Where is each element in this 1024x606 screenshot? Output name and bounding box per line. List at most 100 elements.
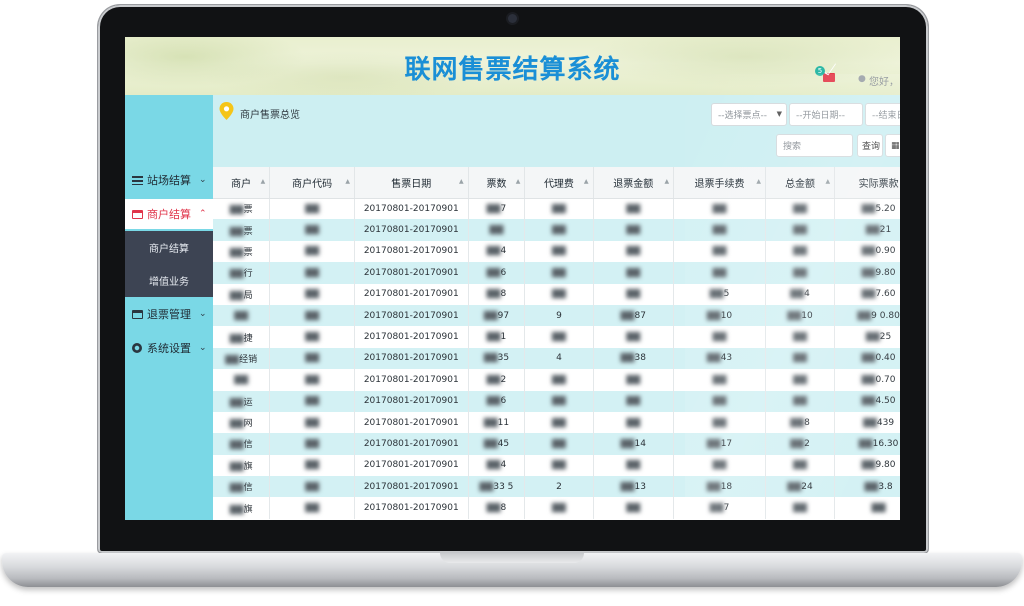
- table-row[interactable]: ▇▇经销 ▇▇ 20170801-20170901 ▇▇35 4 ▇▇38 ▇▇43 ▇▇ ▇▇…: [213, 347, 900, 370]
- redacted-text: ▇▇: [626, 503, 641, 514]
- cell-value: 10: [801, 310, 813, 321]
- table-row[interactable]: ▇▇ ▇▇ 20170801-20170901 ▇▇97 9 ▇▇87 ▇▇10 ▇▇10 ▇▇…: [213, 304, 900, 327]
- table-cell: ▇▇8: [765, 411, 836, 434]
- query-button[interactable]: 查询: [857, 134, 883, 157]
- table-cell: ▇▇: [269, 476, 355, 498]
- table-cell: ▇▇票: [213, 219, 271, 241]
- cell-value: 45: [497, 438, 510, 449]
- table-cell: ▇▇: [673, 262, 766, 284]
- cell-value: 经销: [239, 354, 258, 365]
- table-row[interactable]: ▇▇票 ▇▇ 20170801-20170901 ▇▇4 ▇▇ ▇▇ ▇▇ ▇▇ ▇▇0.90: [213, 240, 900, 263]
- column-header[interactable]: 退票手续费 ▲: [673, 167, 766, 199]
- redacted-text: ▇▇: [709, 289, 724, 300]
- column-header[interactable]: 商户代码 ▲: [269, 167, 355, 199]
- redacted-text: ▇▇: [483, 353, 498, 364]
- redacted-text: ▇▇: [793, 203, 807, 214]
- redacted-text: ▇▇: [620, 481, 635, 492]
- redacted-text: ▇▇: [229, 226, 244, 237]
- redacted-text: ▇▇: [793, 460, 807, 471]
- table-cell: ▇▇14: [593, 433, 675, 455]
- redacted-text: ▇▇: [229, 397, 244, 408]
- sidebar-item-refund-management[interactable]: 退票管理 ⌄: [125, 299, 213, 329]
- table-row[interactable]: ▇▇行 ▇▇ 20170801-20170901 ▇▇6 ▇▇ ▇▇ ▇▇ ▇▇ ▇▇9.80: [213, 262, 900, 284]
- table-cell: 20170801-20170901: [354, 219, 469, 241]
- table-row[interactable]: ▇▇票 ▇▇ 20170801-20170901 ▇▇ ▇▇ ▇▇ ▇▇ ▇▇ ▇▇21: [213, 219, 900, 241]
- column-header[interactable]: 退票金额 ▲: [593, 167, 675, 199]
- table-cell: ▇▇43: [673, 347, 766, 370]
- table-row[interactable]: ▇▇信 ▇▇ 20170801-20170901 ▇▇33 5 2 ▇▇13 ▇▇18 ▇▇2…: [213, 476, 900, 498]
- table-cell: ▇▇: [765, 369, 836, 391]
- table-cell: ▇▇: [269, 304, 355, 327]
- table-row[interactable]: ▇▇运 ▇▇ 20170801-20170901 ▇▇6 ▇▇ ▇▇ ▇▇ ▇▇ ▇▇4.50: [213, 390, 900, 412]
- redacted-text: ▇▇: [305, 481, 320, 492]
- table-header-row: 商户 ▲ 商户代码 ▲ 售票日期 ▲ 票数 ▲ 代理费 ▲ 退票金额 ▲ 退票手续费 ▲ 总金…: [213, 167, 900, 199]
- redacted-text: ▇▇: [787, 310, 802, 321]
- table-row[interactable]: ▇▇旗 ▇▇ 20170801-20170901 ▇▇4 ▇▇ ▇▇ ▇▇ ▇▇ ▇▇9.80: [213, 454, 900, 477]
- table-cell: ▇▇45: [468, 433, 526, 455]
- table-cell: 20170801-20170901: [354, 347, 469, 370]
- redacted-text: ▇▇: [552, 417, 566, 428]
- station-select[interactable]: --选择票点-- ▼: [711, 103, 787, 126]
- table-cell: ▇▇2: [468, 369, 526, 391]
- table-row[interactable]: ▇▇旗 ▇▇ 20170801-20170901 ▇▇8 ▇▇ ▇▇ ▇▇7 ▇▇ ▇▇: [213, 497, 900, 519]
- redacted-text: ▇▇: [305, 310, 320, 321]
- table-cell: ▇▇局: [213, 283, 271, 305]
- table-cell: ▇▇16.30: [834, 433, 900, 455]
- search-input[interactable]: 搜索: [776, 134, 853, 157]
- cell-value: 信: [243, 440, 253, 451]
- cell-value: 运: [243, 397, 253, 408]
- redacted-text: ▇▇: [552, 396, 566, 407]
- redacted-text: ▇▇: [865, 332, 880, 343]
- table-row[interactable]: ▇▇网 ▇▇ 20170801-20170901 ▇▇11 ▇▇ ▇▇ ▇▇ ▇▇8 ▇▇439: [213, 411, 900, 434]
- table-cell: ▇▇: [765, 454, 836, 477]
- column-header[interactable]: 总金额 ▲: [765, 167, 836, 199]
- column-header[interactable]: 实际票款▲: [834, 167, 900, 199]
- redacted-text: ▇▇: [709, 503, 724, 514]
- redacted-text: ▇▇: [305, 417, 320, 428]
- table-row[interactable]: ▇▇ ▇▇ 20170801-20170901 ▇▇2 ▇▇ ▇▇ ▇▇ ▇▇ ▇▇0.70: [213, 369, 900, 391]
- table-row[interactable]: ▇▇局 ▇▇ 20170801-20170901 ▇▇8 ▇▇ ▇▇ ▇▇5 ▇▇4 ▇▇7.6…: [213, 283, 900, 305]
- table-row[interactable]: ▇▇票 ▇▇ 20170801-20170901 ▇▇7 ▇▇ ▇▇ ▇▇ ▇▇ ▇▇5.20: [213, 198, 900, 220]
- caret-down-icon: ▼: [776, 110, 782, 118]
- start-date-input[interactable]: --开始日期--: [789, 103, 863, 126]
- sidebar-item-system-settings[interactable]: 系统设置 ⌄: [125, 333, 213, 363]
- redacted-text: ▇▇: [479, 481, 494, 492]
- user-greeting[interactable]: 您好，: [869, 73, 899, 88]
- redacted-text: ▇▇: [483, 438, 498, 449]
- cell-value: 信: [243, 483, 253, 494]
- table-cell: 20170801-20170901: [354, 326, 469, 348]
- column-header[interactable]: 代理费 ▲: [524, 167, 594, 199]
- sidebar-item-merchant-settlement[interactable]: 商户结算 ⌃: [125, 199, 213, 229]
- sidebar-item-station-settlement[interactable]: 站场结算 ⌄: [125, 165, 213, 195]
- redacted-text: ▇▇: [486, 374, 501, 385]
- grid-view-icon[interactable]: ▦: [885, 134, 900, 157]
- table-cell: ▇▇: [593, 240, 675, 263]
- mail-icon[interactable]: [823, 73, 835, 82]
- redacted-text: ▇▇: [305, 246, 320, 257]
- end-date-input[interactable]: --结束日期--: [865, 103, 900, 126]
- submenu-item-value-added[interactable]: 增值业务: [125, 264, 213, 297]
- cell-value: 17: [720, 438, 733, 449]
- main-content: 商户售票总览 --选择票点-- ▼ --开始日期-- --结束日期-- 搜索 查…: [213, 95, 900, 520]
- table-cell: ▇▇0.70: [834, 369, 900, 391]
- table-row[interactable]: ▇▇捷 ▇▇ 20170801-20170901 ▇▇1 ▇▇ ▇▇ ▇▇ ▇▇ ▇▇25: [213, 326, 900, 348]
- cell-value: 7: [723, 503, 730, 514]
- breadcrumb: 商户售票总览: [240, 110, 300, 121]
- table-cell: ▇▇: [269, 433, 355, 455]
- app-header: 联网售票结算系统 5 ● 您好，: [125, 37, 900, 95]
- column-header[interactable]: 商户 ▲: [213, 167, 271, 199]
- table-cell: ▇▇: [673, 326, 766, 348]
- table-cell: 20170801-20170901: [354, 454, 469, 477]
- cell-value: 20170801-20170901: [363, 503, 459, 514]
- column-header[interactable]: 售票日期 ▲: [354, 167, 469, 199]
- table-cell: ▇▇17: [673, 433, 766, 455]
- cell-value: 9.80: [875, 460, 896, 471]
- redacted-text: ▇▇: [234, 374, 249, 385]
- column-header[interactable]: 票数 ▲: [468, 167, 526, 199]
- redacted-text: ▇▇: [626, 374, 641, 385]
- table-row[interactable]: ▇▇信 ▇▇ 20170801-20170901 ▇▇45 ▇▇ ▇▇14 ▇▇17 ▇▇2 ▇…: [213, 433, 900, 455]
- redacted-text: ▇▇: [483, 310, 498, 321]
- submenu-item-merchant-settlement[interactable]: 商户结算: [125, 231, 213, 264]
- table-cell: ▇▇8: [468, 497, 526, 519]
- table-cell: ▇▇0.90: [834, 240, 900, 263]
